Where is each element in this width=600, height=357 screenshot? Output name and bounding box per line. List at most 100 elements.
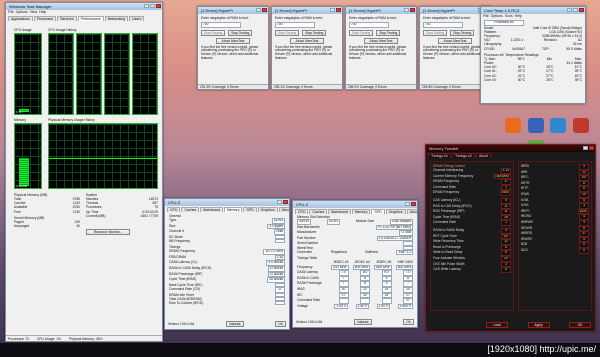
minimize-icon[interactable] xyxy=(330,8,335,12)
tab-caches[interactable]: Caches xyxy=(181,207,200,212)
desktop-app-icon[interactable] xyxy=(573,118,589,133)
tab-users[interactable]: Users xyxy=(129,16,145,21)
mt-field-value[interactable]: 1600 xyxy=(499,190,511,196)
menu-options[interactable]: Options xyxy=(16,10,28,14)
ram-input[interactable]: 700 xyxy=(275,22,315,28)
tab-cpu[interactable]: CPU xyxy=(295,209,309,214)
tab-performance[interactable]: Performance xyxy=(77,16,104,21)
memory-timing-label: Row To Column (tRCD) xyxy=(169,300,204,305)
menu-tools[interactable]: Tools xyxy=(505,14,513,18)
close-icon[interactable] xyxy=(283,200,288,204)
minimize-icon[interactable] xyxy=(583,146,588,150)
tab-timings-2[interactable]: Timings #2 xyxy=(452,153,475,158)
tab-networking[interactable]: Networking xyxy=(104,16,129,21)
cpuz-memory-titlebar[interactable]: CPU-Z xyxy=(165,199,289,206)
tab-caches[interactable]: Caches xyxy=(309,209,328,214)
stop-testing-button[interactable]: Stop Testing xyxy=(228,29,253,36)
close-icon[interactable] xyxy=(336,8,341,12)
tab-memory[interactable]: Memory xyxy=(223,207,243,212)
tab-mainboard[interactable]: Mainboard xyxy=(328,209,351,214)
menu-file[interactable]: File xyxy=(483,14,489,18)
stop-testing-button[interactable]: Stop Testing xyxy=(450,29,475,36)
desktop-app-icon[interactable] xyxy=(550,118,566,133)
minimize-icon[interactable] xyxy=(144,4,149,8)
mt-secondary-value[interactable]: 8 xyxy=(501,267,511,273)
registered-label: Registered xyxy=(330,249,347,254)
menu-options[interactable]: Options xyxy=(491,14,503,18)
about-memtest-button[interactable]: About MemTest xyxy=(216,37,250,44)
close-icon[interactable] xyxy=(589,146,594,150)
physical-memory-section: Physical Memory (MB) Total 3765 Cached 1120… xyxy=(14,193,80,228)
close-icon[interactable] xyxy=(262,8,267,12)
tab-timings-1[interactable]: Timings #1 xyxy=(428,153,451,158)
kernel-memory-row: Nonpaged 40 xyxy=(14,224,80,228)
memtweak-titlebar[interactable]: Memory TweakIt xyxy=(426,145,595,152)
tab-graphics[interactable]: Graphics xyxy=(385,209,406,214)
close-icon[interactable] xyxy=(156,4,161,8)
ram-input[interactable]: 700 xyxy=(201,22,241,28)
ram-input[interactable]: 700 xyxy=(423,22,463,28)
validate-button[interactable]: Validate xyxy=(225,321,244,327)
stop-testing-button[interactable]: Stop Testing xyxy=(302,29,327,36)
start-testing-button[interactable]: Start Testing xyxy=(423,29,448,36)
minimize-icon[interactable] xyxy=(277,200,282,204)
tab-applications[interactable]: Applications xyxy=(8,16,33,21)
mt-primary-value[interactable]: 1 xyxy=(501,220,511,226)
memtest-titlebar[interactable]: [1 Errors] HyperPi xyxy=(272,7,342,14)
menu-view[interactable]: View xyxy=(30,10,38,14)
tab-graphics[interactable]: Graphics xyxy=(257,207,278,212)
about-memtest-button[interactable]: About MemTest xyxy=(290,37,324,44)
close-icon[interactable] xyxy=(579,8,584,12)
close-icon[interactable] xyxy=(411,202,416,206)
status-processes: Processes: 73 xyxy=(8,337,29,341)
menu-help[interactable]: Help xyxy=(515,14,522,18)
tab-about[interactable]: About xyxy=(278,207,289,212)
ram-input[interactable]: 700 xyxy=(349,22,389,28)
close-icon[interactable] xyxy=(410,8,415,12)
tab-memory[interactable]: Memory xyxy=(351,209,371,214)
ok-button[interactable]: OK xyxy=(569,322,591,328)
menu-help[interactable]: Help xyxy=(39,10,46,14)
tab-about[interactable]: About xyxy=(476,153,492,158)
tab-spd[interactable]: SPD xyxy=(243,207,257,212)
desktop-app-icon[interactable] xyxy=(505,118,521,133)
start-testing-button[interactable]: Start Testing xyxy=(349,29,374,36)
about-memtest-button[interactable]: About MemTest xyxy=(364,37,398,44)
load-button[interactable]: Load xyxy=(486,322,508,328)
mt-right-value[interactable]: 0 xyxy=(579,247,589,254)
ok-button[interactable]: OK xyxy=(275,321,286,327)
minimize-icon[interactable] xyxy=(567,8,572,12)
minimize-icon[interactable] xyxy=(404,8,409,12)
menu-file[interactable]: File xyxy=(8,10,14,14)
tab-cpu[interactable]: CPU xyxy=(167,207,181,212)
start-testing-button[interactable]: Start Testing xyxy=(275,29,300,36)
resource-monitor-button[interactable]: Resource Monitor... xyxy=(86,229,130,235)
memtest-titlebar[interactable]: [1 Errors] HyperPi xyxy=(346,7,416,14)
desktop-app-icon[interactable] xyxy=(528,118,544,133)
core-temp-titlebar[interactable]: Core Temp 1.0 RC3 xyxy=(481,7,585,14)
tab-mainboard[interactable]: Mainboard xyxy=(200,207,223,212)
tab-about[interactable]: About xyxy=(406,209,417,214)
core-temp: 30°C xyxy=(517,77,526,82)
minimize-icon[interactable] xyxy=(256,8,261,12)
maximize-icon[interactable] xyxy=(573,8,578,12)
kernel-memory-label: Nonpaged xyxy=(14,224,30,229)
mt-primary-label: Command Rate xyxy=(433,220,457,225)
start-testing-button[interactable]: Start Testing xyxy=(201,29,226,36)
tab-spd[interactable]: SPD xyxy=(371,209,385,214)
memtest-titlebar[interactable]: [1 Errors] HyperPi xyxy=(198,7,268,14)
tab-processes[interactable]: Processes xyxy=(33,16,57,21)
spd-table-cell: 1.650 V xyxy=(397,303,413,310)
maximize-icon[interactable] xyxy=(150,4,155,8)
validate-button[interactable]: Validate xyxy=(353,319,372,325)
task-manager-titlebar[interactable]: Windows Task Manager xyxy=(6,3,162,10)
ok-button[interactable]: OK xyxy=(403,319,414,325)
memory-history-graph xyxy=(48,123,158,189)
cpu-usage-graph: 1 % xyxy=(14,33,42,115)
cpuz-spd-titlebar[interactable]: CPU-Z xyxy=(293,201,417,208)
minimize-icon[interactable] xyxy=(405,202,410,206)
tab-services[interactable]: Services xyxy=(57,16,77,21)
stop-testing-button[interactable]: Stop Testing xyxy=(376,29,401,36)
apply-button[interactable]: Apply xyxy=(527,322,550,328)
about-memtest-button[interactable]: About MemTest xyxy=(438,37,472,44)
